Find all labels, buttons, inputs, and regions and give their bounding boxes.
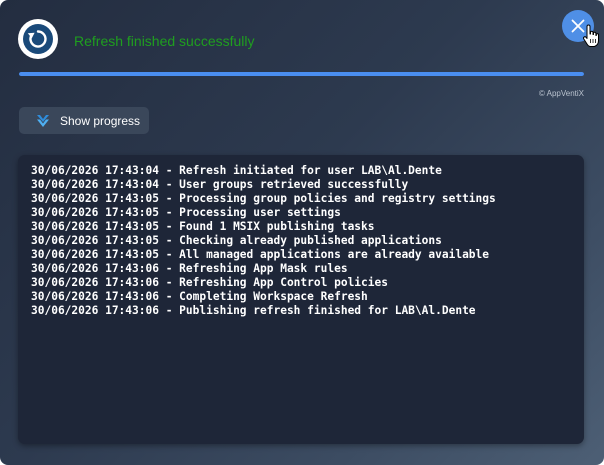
app-logo (18, 19, 58, 59)
log-line: 30/06/2026 17:43:06 - Refreshing App Mas… (31, 262, 348, 275)
refresh-icon (23, 24, 53, 54)
progress-bar (19, 72, 584, 76)
log-panel[interactable]: 30/06/2026 17:43:04 - Refresh initiated … (18, 155, 584, 444)
log-line: 30/06/2026 17:43:04 - Refresh initiated … (31, 164, 442, 177)
progress-bar-fill (19, 72, 584, 76)
log-line: 30/06/2026 17:43:05 - Processing user se… (31, 206, 341, 219)
log-line: 30/06/2026 17:43:04 - User groups retrie… (31, 178, 409, 191)
log-line: 30/06/2026 17:43:05 - Processing group p… (31, 192, 496, 205)
copyright-text: © AppVentiX (538, 89, 584, 98)
hand-cursor-icon (582, 24, 599, 47)
show-progress-button[interactable]: Show progress (19, 107, 149, 134)
log-line: 30/06/2026 17:43:05 - All managed applic… (31, 248, 490, 261)
log-line: 30/06/2026 17:43:06 - Completing Workspa… (31, 290, 368, 303)
log-line: 30/06/2026 17:43:06 - Publishing refresh… (31, 304, 476, 317)
chevron-double-down-icon (37, 114, 49, 127)
show-progress-label: Show progress (60, 113, 141, 128)
log-line: 30/06/2026 17:43:05 - Checking already p… (31, 234, 442, 247)
log-line: 30/06/2026 17:43:05 - Found 1 MSIX publi… (31, 220, 375, 233)
log-line: 30/06/2026 17:43:06 - Refreshing App Con… (31, 276, 388, 289)
refresh-dialog: Refresh finished successfully © AppVenti… (0, 0, 604, 465)
status-message: Refresh finished successfully (74, 33, 255, 49)
